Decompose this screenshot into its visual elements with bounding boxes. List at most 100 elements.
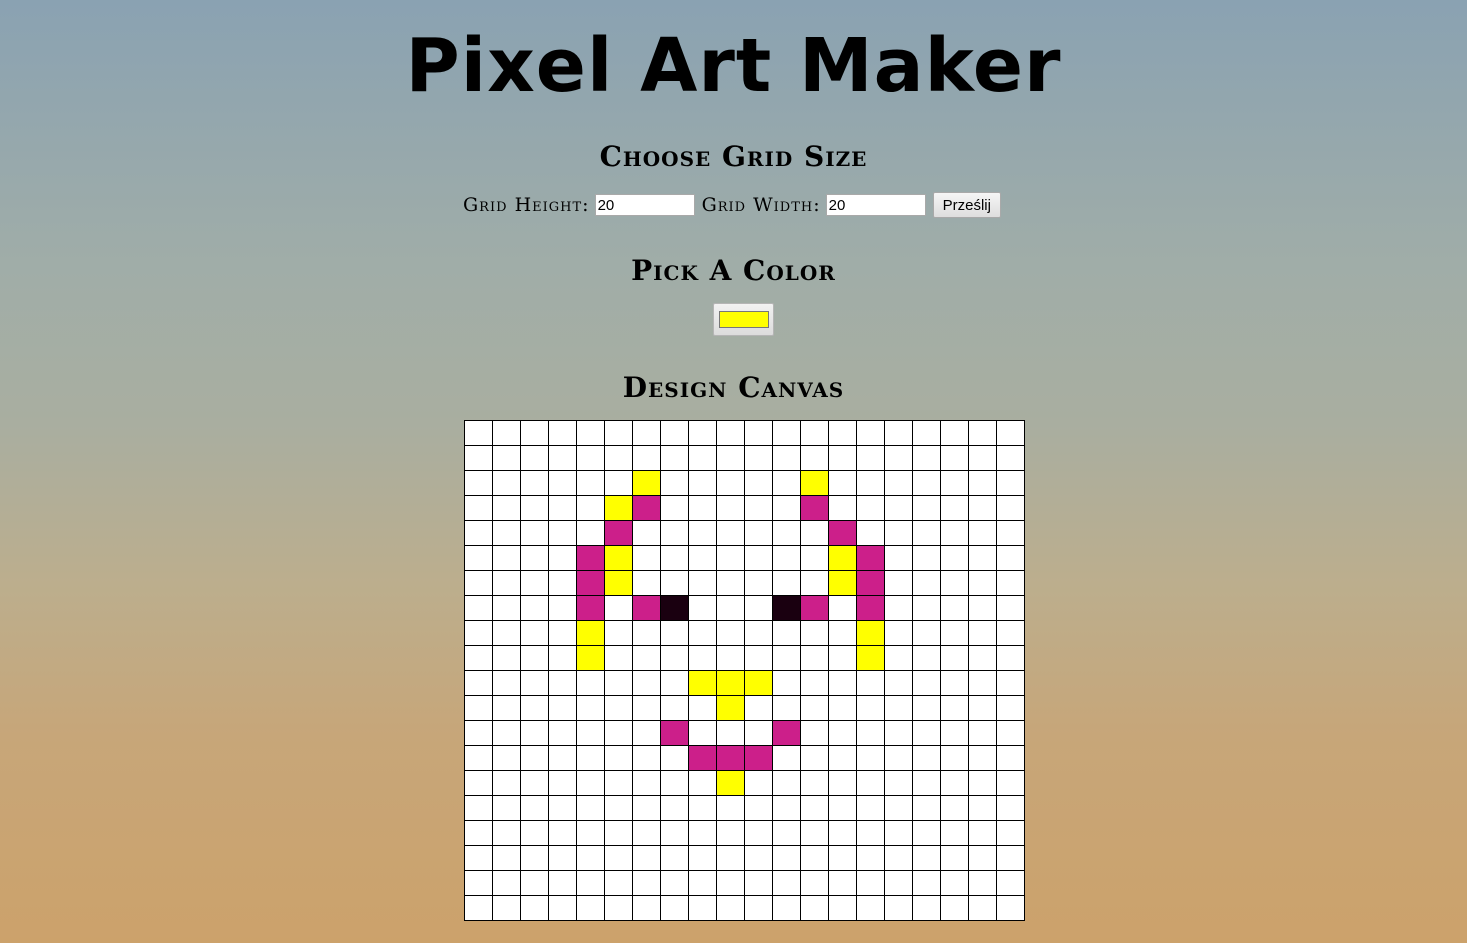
- canvas-cell[interactable]: [772, 895, 801, 921]
- canvas-cell[interactable]: [744, 670, 773, 696]
- canvas-cell[interactable]: [520, 695, 549, 721]
- canvas-cell[interactable]: [716, 795, 745, 821]
- canvas-cell[interactable]: [576, 670, 605, 696]
- canvas-cell[interactable]: [800, 845, 829, 871]
- canvas-cell[interactable]: [716, 570, 745, 596]
- canvas-cell[interactable]: [744, 695, 773, 721]
- canvas-cell[interactable]: [968, 645, 997, 671]
- canvas-cell[interactable]: [604, 870, 633, 896]
- canvas-cell[interactable]: [968, 470, 997, 496]
- canvas-cell[interactable]: [576, 570, 605, 596]
- canvas-cell[interactable]: [464, 570, 493, 596]
- canvas-cell[interactable]: [576, 545, 605, 571]
- canvas-cell[interactable]: [996, 495, 1025, 521]
- canvas-cell[interactable]: [884, 545, 913, 571]
- canvas-cell[interactable]: [604, 620, 633, 646]
- canvas-cell[interactable]: [884, 670, 913, 696]
- canvas-cell[interactable]: [576, 820, 605, 846]
- canvas-cell[interactable]: [968, 845, 997, 871]
- canvas-cell[interactable]: [884, 595, 913, 621]
- canvas-cell[interactable]: [744, 570, 773, 596]
- canvas-cell[interactable]: [660, 670, 689, 696]
- canvas-cell[interactable]: [632, 645, 661, 671]
- canvas-cell[interactable]: [576, 720, 605, 746]
- canvas-cell[interactable]: [688, 695, 717, 721]
- canvas-cell[interactable]: [464, 845, 493, 871]
- canvas-cell[interactable]: [520, 570, 549, 596]
- canvas-cell[interactable]: [800, 570, 829, 596]
- canvas-cell[interactable]: [604, 845, 633, 871]
- canvas-cell[interactable]: [492, 745, 521, 771]
- canvas-cell[interactable]: [464, 520, 493, 546]
- canvas-cell[interactable]: [800, 870, 829, 896]
- canvas-cell[interactable]: [828, 845, 857, 871]
- canvas-cell[interactable]: [632, 845, 661, 871]
- canvas-cell[interactable]: [884, 445, 913, 471]
- canvas-cell[interactable]: [744, 445, 773, 471]
- canvas-cell[interactable]: [576, 420, 605, 446]
- canvas-cell[interactable]: [772, 695, 801, 721]
- canvas-cell[interactable]: [520, 445, 549, 471]
- canvas-cell[interactable]: [660, 595, 689, 621]
- canvas-cell[interactable]: [604, 645, 633, 671]
- canvas-cell[interactable]: [744, 720, 773, 746]
- canvas-cell[interactable]: [828, 470, 857, 496]
- canvas-cell[interactable]: [800, 645, 829, 671]
- canvas-cell[interactable]: [996, 795, 1025, 821]
- canvas-cell[interactable]: [688, 595, 717, 621]
- canvas-cell[interactable]: [660, 720, 689, 746]
- canvas-cell[interactable]: [912, 620, 941, 646]
- canvas-cell[interactable]: [576, 795, 605, 821]
- canvas-cell[interactable]: [884, 870, 913, 896]
- canvas-cell[interactable]: [996, 445, 1025, 471]
- canvas-cell[interactable]: [716, 420, 745, 446]
- canvas-cell[interactable]: [800, 720, 829, 746]
- canvas-cell[interactable]: [688, 645, 717, 671]
- canvas-cell[interactable]: [660, 470, 689, 496]
- canvas-cell[interactable]: [492, 620, 521, 646]
- canvas-cell[interactable]: [828, 645, 857, 671]
- canvas-cell[interactable]: [716, 845, 745, 871]
- canvas-cell[interactable]: [912, 870, 941, 896]
- canvas-cell[interactable]: [520, 670, 549, 696]
- canvas-cell[interactable]: [576, 745, 605, 771]
- canvas-cell[interactable]: [688, 870, 717, 896]
- canvas-cell[interactable]: [856, 420, 885, 446]
- canvas-cell[interactable]: [492, 445, 521, 471]
- canvas-cell[interactable]: [856, 795, 885, 821]
- canvas-cell[interactable]: [576, 620, 605, 646]
- canvas-cell[interactable]: [772, 495, 801, 521]
- canvas-cell[interactable]: [744, 795, 773, 821]
- canvas-cell[interactable]: [968, 770, 997, 796]
- canvas-cell[interactable]: [744, 520, 773, 546]
- canvas-cell[interactable]: [688, 745, 717, 771]
- canvas-cell[interactable]: [884, 770, 913, 796]
- canvas-cell[interactable]: [716, 720, 745, 746]
- canvas-cell[interactable]: [772, 720, 801, 746]
- canvas-cell[interactable]: [548, 820, 577, 846]
- canvas-cell[interactable]: [716, 595, 745, 621]
- canvas-cell[interactable]: [632, 870, 661, 896]
- canvas-cell[interactable]: [688, 570, 717, 596]
- canvas-cell[interactable]: [828, 820, 857, 846]
- canvas-cell[interactable]: [828, 445, 857, 471]
- canvas-cell[interactable]: [548, 445, 577, 471]
- canvas-cell[interactable]: [856, 895, 885, 921]
- canvas-cell[interactable]: [520, 745, 549, 771]
- canvas-cell[interactable]: [688, 895, 717, 921]
- canvas-cell[interactable]: [716, 470, 745, 496]
- canvas-cell[interactable]: [828, 420, 857, 446]
- canvas-cell[interactable]: [884, 570, 913, 596]
- canvas-cell[interactable]: [688, 820, 717, 846]
- canvas-cell[interactable]: [492, 695, 521, 721]
- canvas-cell[interactable]: [632, 420, 661, 446]
- canvas-cell[interactable]: [800, 745, 829, 771]
- canvas-cell[interactable]: [576, 870, 605, 896]
- canvas-cell[interactable]: [548, 845, 577, 871]
- canvas-cell[interactable]: [688, 670, 717, 696]
- canvas-cell[interactable]: [464, 495, 493, 521]
- canvas-cell[interactable]: [912, 770, 941, 796]
- canvas-cell[interactable]: [604, 595, 633, 621]
- canvas-cell[interactable]: [632, 495, 661, 521]
- canvas-cell[interactable]: [772, 645, 801, 671]
